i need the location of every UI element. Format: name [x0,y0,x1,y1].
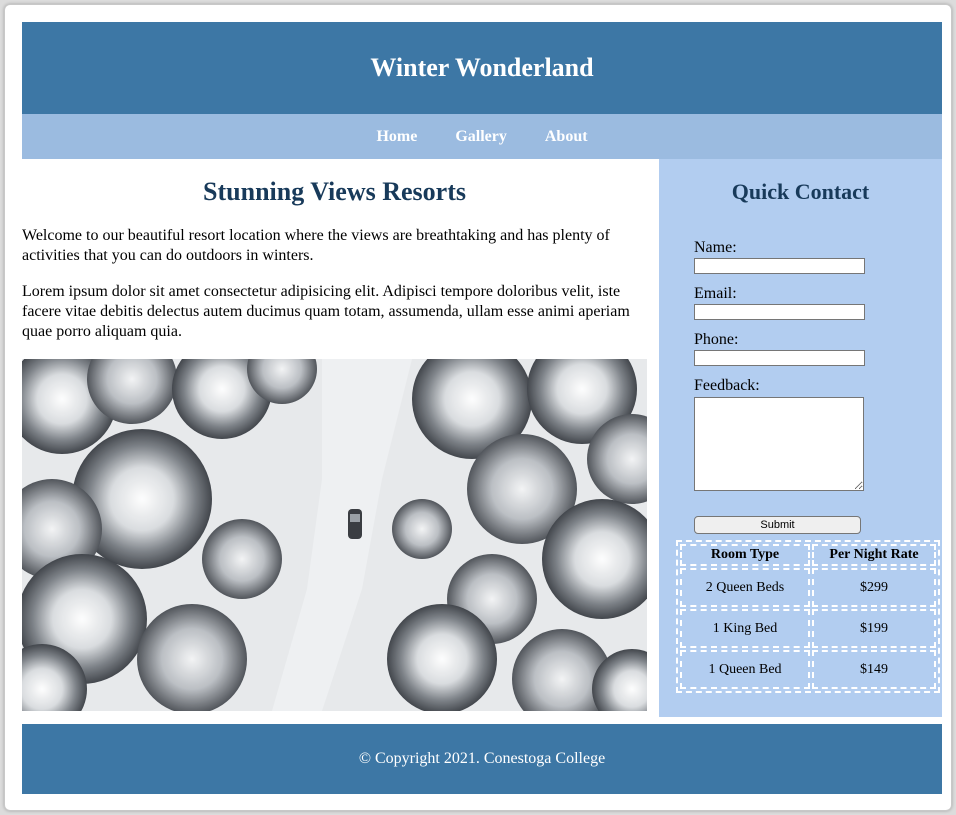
site-header: Winter Wonderland [22,22,942,114]
intro-paragraph: Welcome to our beautiful resort location… [22,227,610,264]
room-type-header: Room Type [680,544,810,566]
nav-home-link[interactable]: Home [376,128,417,146]
table-row: 1 Queen Bed $149 [680,650,936,689]
table-header-row: Room Type Per Night Rate [680,544,936,566]
phone-label: Phone: [694,331,739,348]
email-label: Email: [694,285,737,302]
site-title: Winter Wonderland [370,53,594,82]
name-label: Name: [694,239,737,256]
feedback-label: Feedback: [694,377,760,394]
room-type-cell: 2 Queen Beds [680,568,810,607]
nav-about-link[interactable]: About [545,128,588,146]
copyright-text: © Copyright 2021. Conestoga College [358,750,606,767]
room-type-cell: 1 King Bed [680,609,810,648]
email-input[interactable] [694,304,865,320]
name-input[interactable] [694,258,865,274]
table-row: 2 Queen Beds $299 [680,568,936,607]
rate-cell: $199 [812,609,936,648]
main-content: Stunning Views Resorts Welcome to our be… [22,159,647,711]
table-row: 1 King Bed $199 [680,609,936,648]
room-rates-table: Room Type Per Night Rate 2 Queen Beds $2… [676,540,940,693]
main-heading: Stunning Views Resorts [203,177,466,206]
rate-cell: $149 [812,650,936,689]
phone-input[interactable] [694,350,865,366]
snowy-forest-image [22,359,647,711]
nav-gallery-link[interactable]: Gallery [455,128,507,146]
rate-header: Per Night Rate [812,544,936,566]
submit-button[interactable]: Submit [694,516,861,534]
quick-contact-heading: Quick Contact [731,179,870,204]
site-footer: © Copyright 2021. Conestoga College [22,724,942,794]
room-type-cell: 1 Queen Bed [680,650,810,689]
quick-contact-sidebar: Quick Contact Name: Email: Phone: Feedba… [659,159,942,717]
feedback-textarea[interactable] [694,397,864,491]
rate-cell: $299 [812,568,936,607]
main-nav: Home Gallery About [22,114,942,159]
contact-form: Name: Email: Phone: Feedback: [694,239,934,491]
lorem-paragraph: Lorem ipsum dolor sit amet consectetur a… [22,283,630,340]
